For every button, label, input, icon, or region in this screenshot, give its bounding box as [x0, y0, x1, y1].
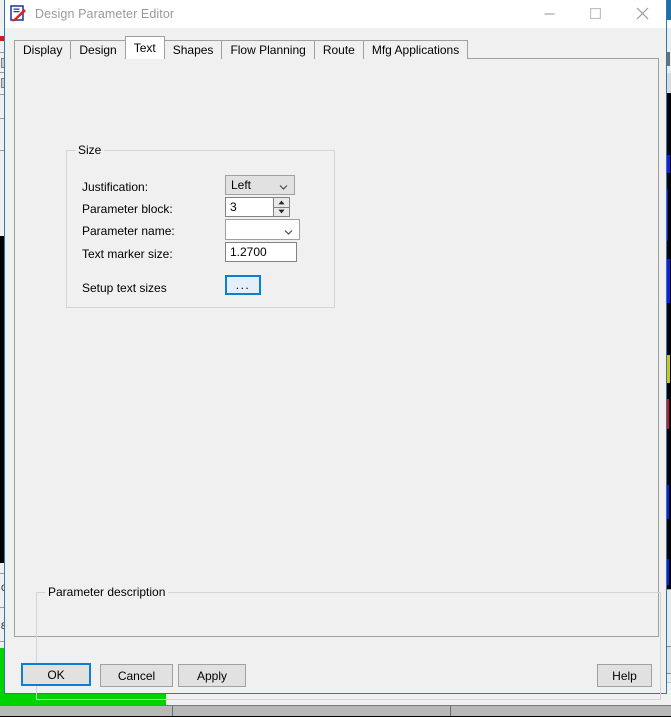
window-controls	[526, 0, 666, 27]
spinner-up-button[interactable]	[273, 197, 290, 208]
tab-design[interactable]: Design	[70, 40, 126, 59]
close-button[interactable]	[618, 0, 666, 27]
screen: C 8	[0, 0, 671, 716]
tab-label: Display	[23, 43, 63, 57]
tab-label: Text	[133, 41, 156, 55]
window-title: Design Parameter Editor	[35, 6, 175, 21]
minimize-button[interactable]	[526, 0, 572, 27]
parameter-name-label: Parameter name:	[82, 224, 175, 238]
tab-label: Route	[322, 43, 355, 57]
tab-label: Mfg Applications	[371, 43, 460, 57]
tab-label: Design	[79, 43, 117, 57]
spinner-down-button[interactable]	[273, 207, 290, 217]
tab-shapes[interactable]: Shapes	[163, 40, 223, 59]
tab-label: Shapes	[172, 43, 214, 57]
chevron-down-icon	[279, 181, 288, 190]
tab-label: Flow Planning	[230, 43, 306, 57]
parameter-block-input[interactable]: 3	[225, 197, 273, 217]
parameter-name-combo[interactable]	[225, 219, 300, 240]
parameter-block-spinner[interactable]: 3	[225, 197, 290, 217]
apply-button[interactable]: Apply	[178, 664, 246, 687]
cancel-button[interactable]: Cancel	[100, 664, 173, 687]
tab-route[interactable]: Route	[313, 40, 364, 59]
design-parameter-editor-dialog: Design Parameter Editor Display Design T…	[4, 0, 667, 700]
tab-content-pane: Size Justification: Left Parameter block…	[14, 58, 661, 700]
background-window-border	[667, 0, 671, 20]
tab-flow-planning[interactable]: Flow Planning	[221, 40, 315, 59]
background-taskbar	[0, 705, 671, 716]
justification-combo[interactable]: Left	[225, 175, 295, 195]
setup-text-sizes-button[interactable]: ...	[225, 275, 261, 295]
chevron-down-icon	[284, 225, 293, 235]
text-marker-size-input[interactable]: 1.2700	[225, 242, 297, 262]
tab-strip: Display Design Text Shapes Flow Planning…	[14, 36, 469, 59]
app-icon	[10, 5, 27, 22]
size-group-legend: Size	[75, 143, 105, 157]
maximize-button[interactable]	[572, 0, 618, 27]
tab-mfg-applications[interactable]: Mfg Applications	[362, 40, 469, 59]
help-button[interactable]: Help	[597, 664, 652, 687]
ok-button[interactable]: OK	[21, 663, 91, 686]
spinner-buttons	[273, 197, 290, 217]
size-groupbox: Size Justification: Left Parameter block…	[66, 143, 335, 308]
tab-display[interactable]: Display	[14, 40, 72, 59]
setup-text-sizes-label: Setup text sizes	[82, 281, 167, 295]
justification-value: Left	[231, 178, 252, 192]
text-marker-size-label: Text marker size:	[82, 247, 173, 261]
parameter-block-label: Parameter block:	[82, 202, 173, 216]
justification-label: Justification:	[82, 180, 149, 194]
tab-text[interactable]: Text	[124, 36, 165, 59]
title-bar: Design Parameter Editor	[5, 0, 666, 28]
